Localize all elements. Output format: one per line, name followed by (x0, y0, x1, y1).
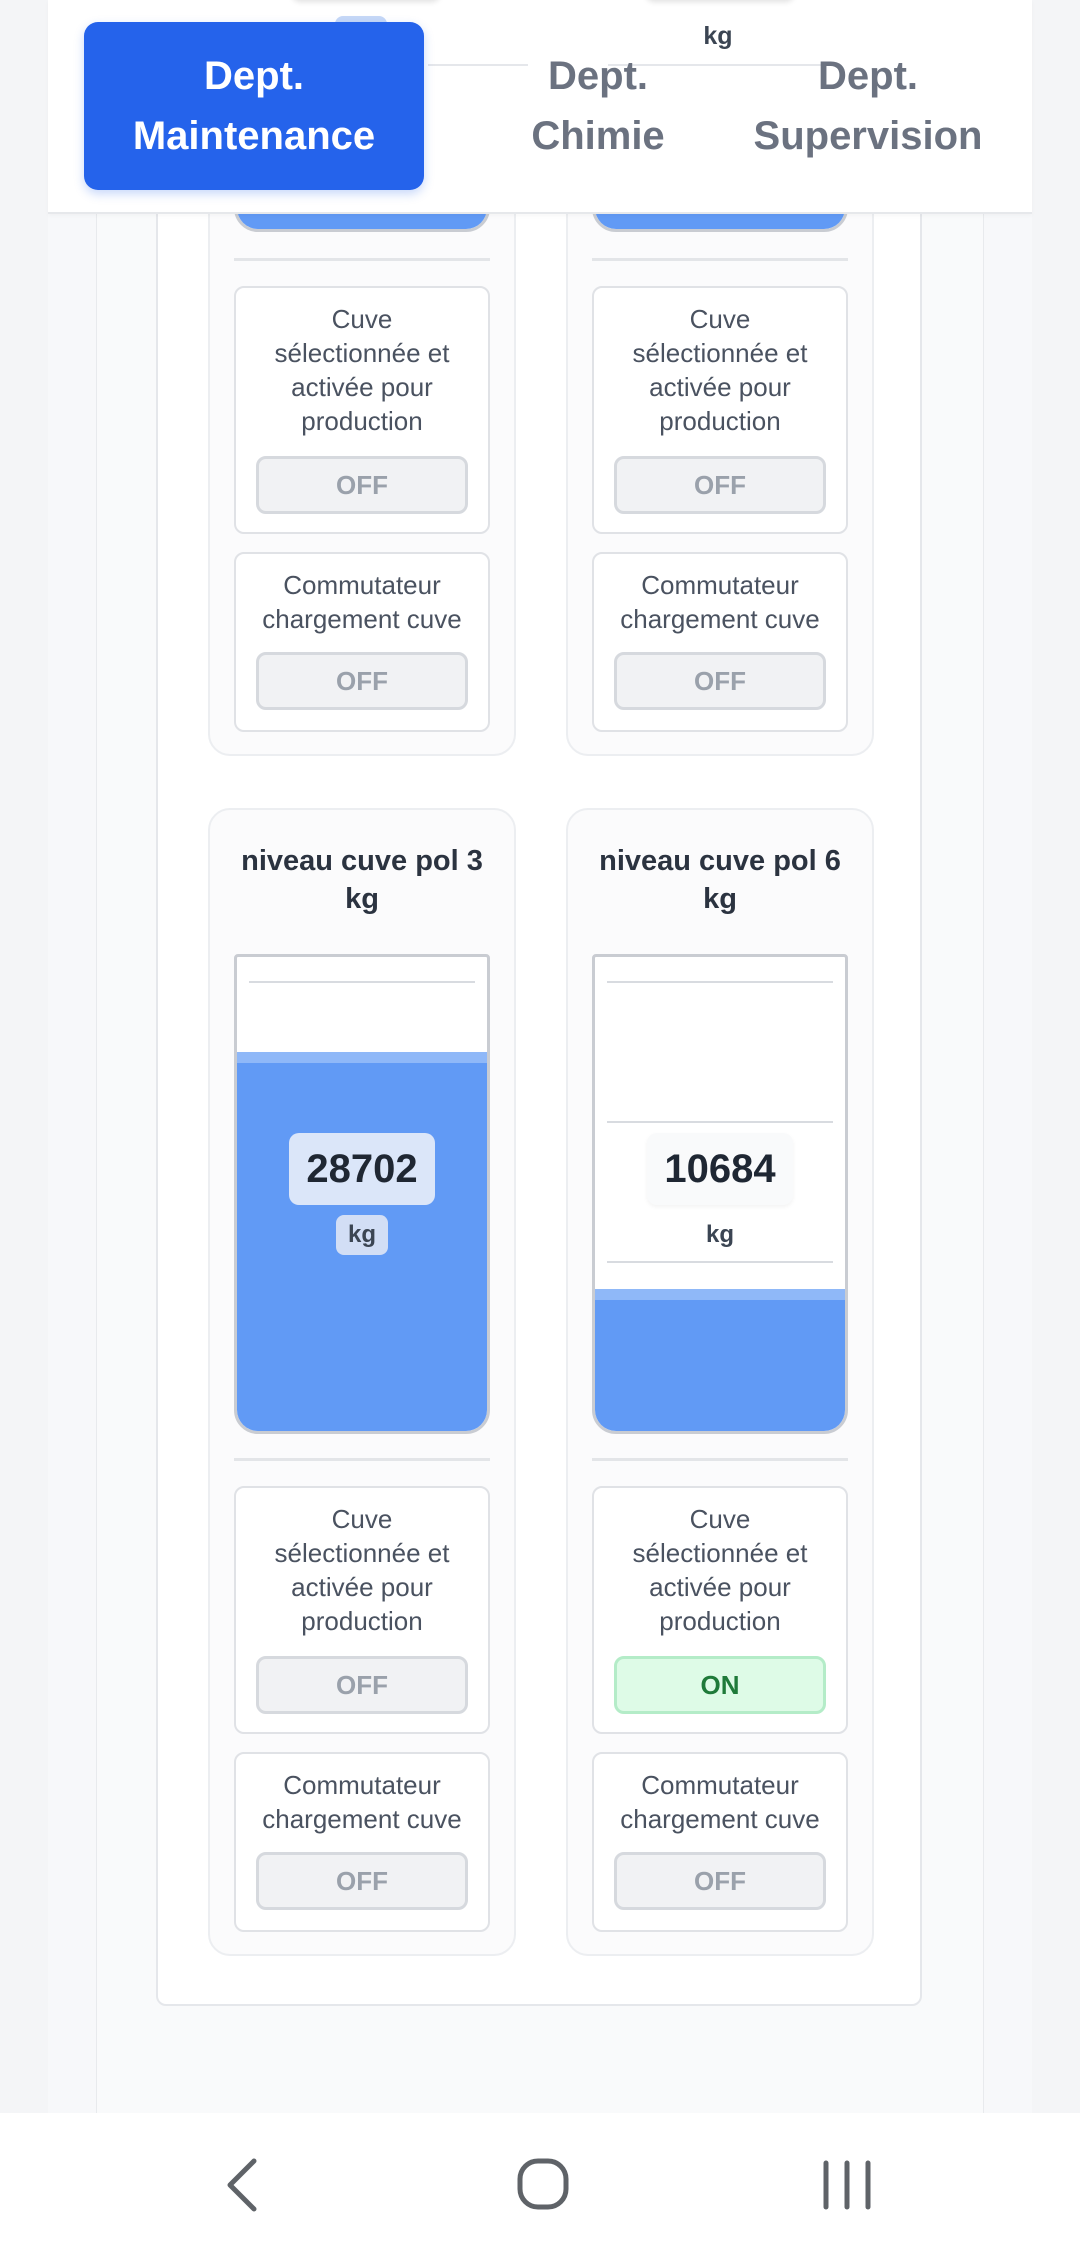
tab-chimie-line2: Chimie (531, 114, 665, 158)
tank-level-value: 10684 (647, 1133, 793, 1205)
gauge-marker (607, 1261, 833, 1263)
tank-card-pol-6kg: niveau cuve pol 6 kg 10684 kg Cuve sélec… (566, 808, 874, 1956)
tank-level-value: 28702 (289, 1133, 435, 1205)
production-select-box: Cuve sélectionnée et activée pour produc… (592, 1486, 848, 1734)
tank-gauge: 28702 kg (234, 954, 490, 1434)
loading-switch-label: Commutateur chargement cuve (620, 1770, 820, 1834)
divider (234, 258, 490, 261)
tab-maintenance[interactable]: Dept. Maintenance (84, 22, 424, 190)
tab-maintenance-line2: Maintenance (132, 114, 376, 158)
loading-switch-toggle[interactable]: OFF (614, 652, 826, 710)
production-select-toggle[interactable]: OFF (614, 456, 826, 514)
home-icon[interactable] (510, 2151, 578, 2219)
tank-title: niveau cuve pol 3 kg (241, 845, 483, 915)
loading-switch-label: Commutateur chargement cuve (262, 1770, 462, 1834)
tab-chimie-line1: Dept. (548, 54, 648, 98)
divider (592, 1458, 848, 1461)
recent-apps-icon[interactable] (812, 2153, 882, 2217)
divider (234, 1458, 490, 1461)
tank-card-upper-2: Cuve sélectionnée et activée pour produc… (566, 0, 874, 756)
production-select-label: Cuve sélectionnée et activée pour produc… (632, 304, 808, 436)
tank-gauge-fill (595, 1289, 845, 1431)
production-select-box: Cuve sélectionnée et activée pour produc… (234, 286, 490, 534)
loading-switch-toggle[interactable]: OFF (256, 1852, 468, 1910)
tab-supervision-line1: Dept. (818, 54, 918, 98)
production-select-toggle[interactable]: OFF (256, 1656, 468, 1714)
loading-switch-label: Commutateur chargement cuve (262, 570, 462, 634)
loading-switch-box: Commutateur chargement cuve OFF (234, 552, 490, 732)
system-navigation-bar (0, 2113, 1080, 2257)
production-select-label: Cuve sélectionnée et activée pour produc… (274, 1504, 450, 1636)
tank-level-unit: kg (336, 1215, 388, 1255)
tab-supervision-line2: Supervision (753, 114, 983, 158)
production-select-box: Cuve sélectionnée et activée pour produc… (234, 1486, 490, 1734)
loading-switch-toggle[interactable]: OFF (256, 652, 468, 710)
tab-supervision[interactable]: Dept. Supervision (718, 22, 1018, 190)
production-select-toggle[interactable]: ON (614, 1656, 826, 1714)
production-select-toggle[interactable]: OFF (256, 456, 468, 514)
app-viewport: Cuve sélectionnée et activée pour produc… (0, 0, 1080, 2113)
gauge-marker (249, 981, 475, 983)
tab-chimie[interactable]: Dept. Chimie (458, 22, 738, 190)
back-icon[interactable] (214, 2153, 274, 2217)
loading-switch-toggle[interactable]: OFF (614, 1852, 826, 1910)
gauge-marker (607, 981, 833, 983)
production-select-label: Cuve sélectionnée et activée pour produc… (632, 1504, 808, 1636)
divider (592, 258, 848, 261)
tank-title: niveau cuve pol 6 kg (599, 845, 841, 915)
loading-switch-box: Commutateur chargement cuve OFF (592, 1752, 848, 1932)
tank-card-pol-3kg: niveau cuve pol 3 kg 28702 kg Cuve sélec… (208, 808, 516, 1956)
production-select-box: Cuve sélectionnée et activée pour produc… (592, 286, 848, 534)
tank-gauge: 10684 kg (592, 954, 848, 1434)
loading-switch-box: Commutateur chargement cuve OFF (592, 552, 848, 732)
department-tab-bar: kg kg Dept. Maintenance Dept. Chimie Dep… (48, 0, 1032, 214)
tank-level-unit: kg (705, 1221, 734, 1248)
loading-switch-label: Commutateur chargement cuve (620, 570, 820, 634)
gauge-marker (607, 1121, 833, 1123)
tab-maintenance-line1: Dept. (204, 54, 304, 98)
tank-card-upper-1: Cuve sélectionnée et activée pour produc… (208, 0, 516, 756)
production-select-label: Cuve sélectionnée et activée pour produc… (274, 304, 450, 436)
loading-switch-box: Commutateur chargement cuve OFF (234, 1752, 490, 1932)
